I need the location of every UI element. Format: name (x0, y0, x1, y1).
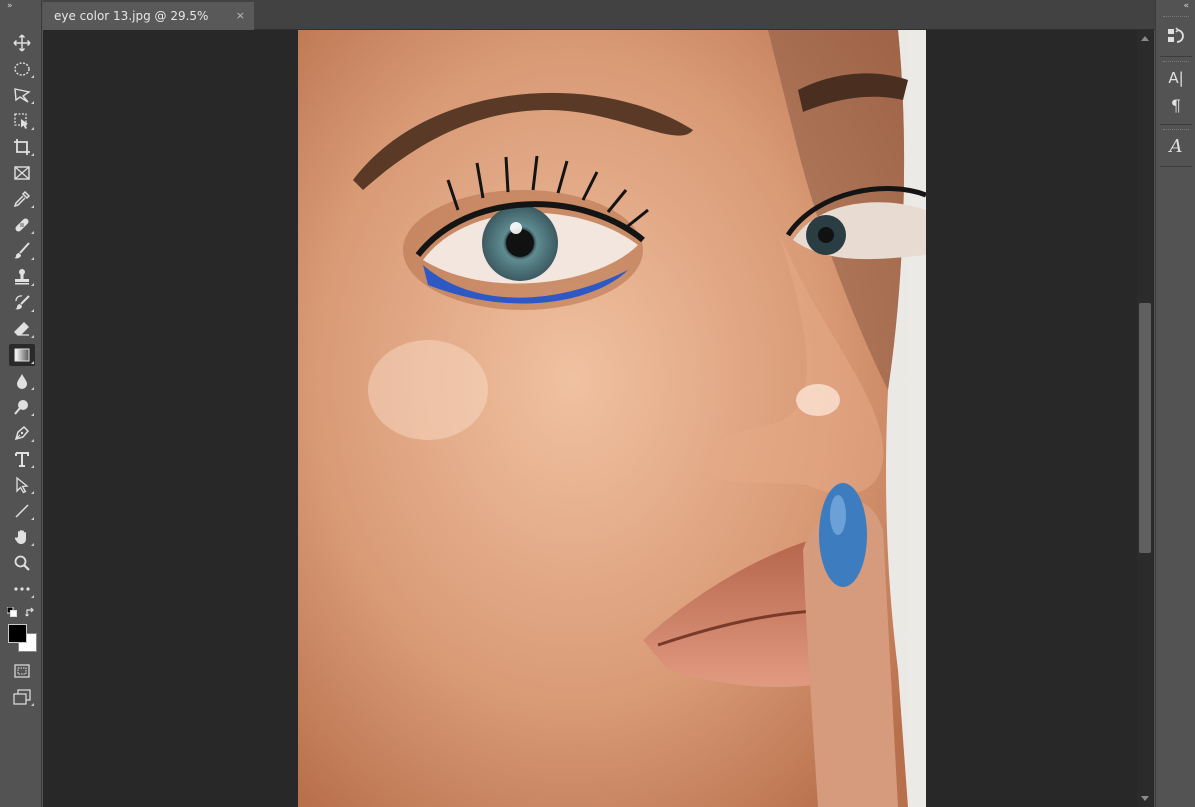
scroll-up-arrow-icon[interactable] (1141, 36, 1149, 41)
color-swatches (7, 605, 39, 655)
foreground-color-swatch[interactable] (8, 624, 27, 643)
glyphs-icon: A (1169, 135, 1183, 157)
polygonal-lasso-tool[interactable] (9, 84, 35, 106)
lasso-icon (14, 88, 31, 103)
spot-healing-brush-tool[interactable] (9, 214, 35, 236)
eyedropper-icon (13, 190, 31, 208)
history-panel-button[interactable] (1164, 24, 1188, 48)
type-tool[interactable] (9, 448, 35, 470)
collapse-panels-button[interactable]: « (1183, 1, 1188, 11)
scrollbar-thumb[interactable] (1139, 303, 1151, 553)
gradient-icon (14, 348, 30, 362)
panel-grip[interactable] (1163, 61, 1189, 64)
frame-icon (14, 166, 30, 180)
panel-separator (1160, 56, 1192, 57)
history-brush-icon (15, 295, 30, 310)
elliptical-marquee-tool[interactable] (9, 58, 35, 80)
panel-grip[interactable] (1163, 16, 1189, 19)
eraser-tool[interactable] (9, 318, 35, 340)
dodge-icon (14, 400, 28, 415)
eyedropper-tool[interactable] (9, 188, 35, 210)
bandage-icon (15, 218, 29, 232)
blur-drop-icon (17, 374, 27, 389)
document-image[interactable] (298, 30, 926, 807)
canvas-area[interactable] (43, 30, 1137, 807)
tools-panel: » (0, 0, 42, 807)
character-panel-button[interactable]: A| (1164, 66, 1188, 90)
swap-colors-icon[interactable] (25, 607, 36, 618)
history-icon (1168, 27, 1184, 43)
crop-tool[interactable] (9, 136, 35, 158)
collapse-toolbar-button[interactable]: » (7, 1, 12, 11)
screen-mode-icon (13, 689, 31, 705)
zoom-icon (14, 555, 30, 571)
pen-tool[interactable] (9, 422, 35, 444)
move-tool[interactable] (9, 32, 35, 54)
scroll-down-arrow-icon[interactable] (1141, 796, 1149, 801)
panel-separator (1160, 124, 1192, 125)
object-selection-tool[interactable] (9, 110, 35, 132)
ellipse-marquee-icon (14, 62, 30, 76)
more-icon (14, 587, 30, 591)
move-icon (13, 34, 31, 52)
screen-mode-button[interactable] (9, 686, 35, 708)
default-colors-icon[interactable] (7, 607, 17, 617)
vertical-scrollbar[interactable] (1137, 30, 1154, 807)
panel-grip[interactable] (1163, 129, 1189, 132)
object-select-icon (14, 113, 28, 129)
paragraph-panel-button[interactable]: ¶ (1164, 93, 1188, 117)
zoom-tool[interactable] (9, 552, 35, 574)
quick-mask-icon (14, 664, 30, 678)
line-tool[interactable] (9, 500, 35, 522)
character-icon: A| (1168, 69, 1184, 87)
right-panel-dock: « A| ¶ A (1155, 0, 1195, 807)
brush-icon (14, 242, 30, 259)
eraser-icon (14, 322, 29, 336)
hand-icon (14, 530, 26, 544)
history-brush-tool[interactable] (9, 292, 35, 314)
pen-icon (14, 425, 30, 441)
crop-icon (14, 139, 30, 155)
line-icon (15, 504, 29, 518)
document-tab-bar: eye color 13.jpg @ 29.5%(RGB/8) × (43, 0, 1155, 51)
panel-separator (1160, 166, 1192, 167)
close-tab-icon[interactable]: × (236, 2, 245, 30)
path-selection-tool[interactable] (9, 474, 35, 496)
paragraph-icon: ¶ (1170, 95, 1182, 115)
edit-toolbar[interactable] (9, 578, 35, 600)
frame-tool[interactable] (9, 162, 35, 184)
stamp-icon (15, 269, 29, 285)
document-tab[interactable]: eye color 13.jpg @ 29.5%(RGB/8) × (43, 2, 254, 51)
dodge-tool[interactable] (9, 396, 35, 418)
glyphs-panel-button[interactable]: A (1164, 134, 1188, 158)
clone-stamp-tool[interactable] (9, 266, 35, 288)
brush-tool[interactable] (9, 240, 35, 262)
quick-mask-button[interactable] (9, 660, 35, 682)
hand-tool[interactable] (9, 526, 35, 548)
path-select-icon (16, 476, 29, 494)
type-icon (15, 452, 29, 467)
gradient-tool[interactable] (9, 344, 35, 366)
blur-tool[interactable] (9, 370, 35, 392)
